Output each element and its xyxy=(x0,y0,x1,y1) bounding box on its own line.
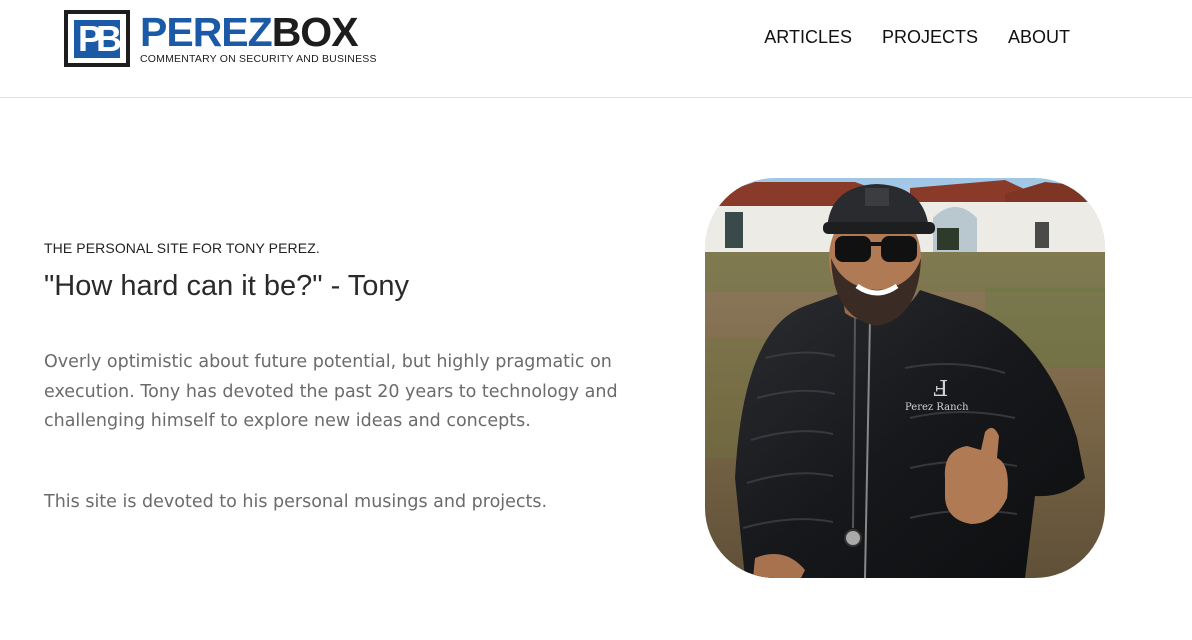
brand-name-part1: PEREZ xyxy=(140,9,273,55)
site-logo[interactable]: PB PEREZBOX COMMENTARY ON SECURITY AND B… xyxy=(64,10,377,67)
nav-about[interactable]: ABOUT xyxy=(1008,27,1070,48)
nav-articles[interactable]: ARTICLES xyxy=(764,27,852,48)
logo-mark-text: PB xyxy=(77,17,122,59)
site-header: PB PEREZBOX COMMENTARY ON SECURITY AND B… xyxy=(0,0,1192,98)
jacket-text: Perez Ranch xyxy=(905,402,969,413)
brand-name: PEREZBOX xyxy=(140,9,377,55)
intro-section: THE PERSONAL SITE FOR TONY PEREZ. "How h… xyxy=(44,240,664,517)
intro-eyebrow: THE PERSONAL SITE FOR TONY PEREZ. xyxy=(44,240,320,256)
intro-paragraph-2: This site is devoted to his personal mus… xyxy=(44,491,548,512)
profile-photo: Ⅎ Perez Ranch xyxy=(705,178,1105,578)
intro-quote: "How hard can it be?" - Tony xyxy=(44,270,410,302)
main-nav: ARTICLES PROJECTS ABOUT xyxy=(764,27,1070,48)
logo-mark-icon: PB xyxy=(64,10,130,67)
nav-projects[interactable]: PROJECTS xyxy=(882,27,978,48)
svg-text:Ⅎ: Ⅎ xyxy=(933,377,948,402)
logo-text: PEREZBOX COMMENTARY ON SECURITY AND BUSI… xyxy=(140,9,377,66)
brand-name-part2: BOX xyxy=(271,9,359,55)
intro-paragraph-1: Overly optimistic about future potential… xyxy=(44,352,618,431)
brand-tagline: COMMENTARY ON SECURITY AND BUSINESS xyxy=(140,53,377,65)
